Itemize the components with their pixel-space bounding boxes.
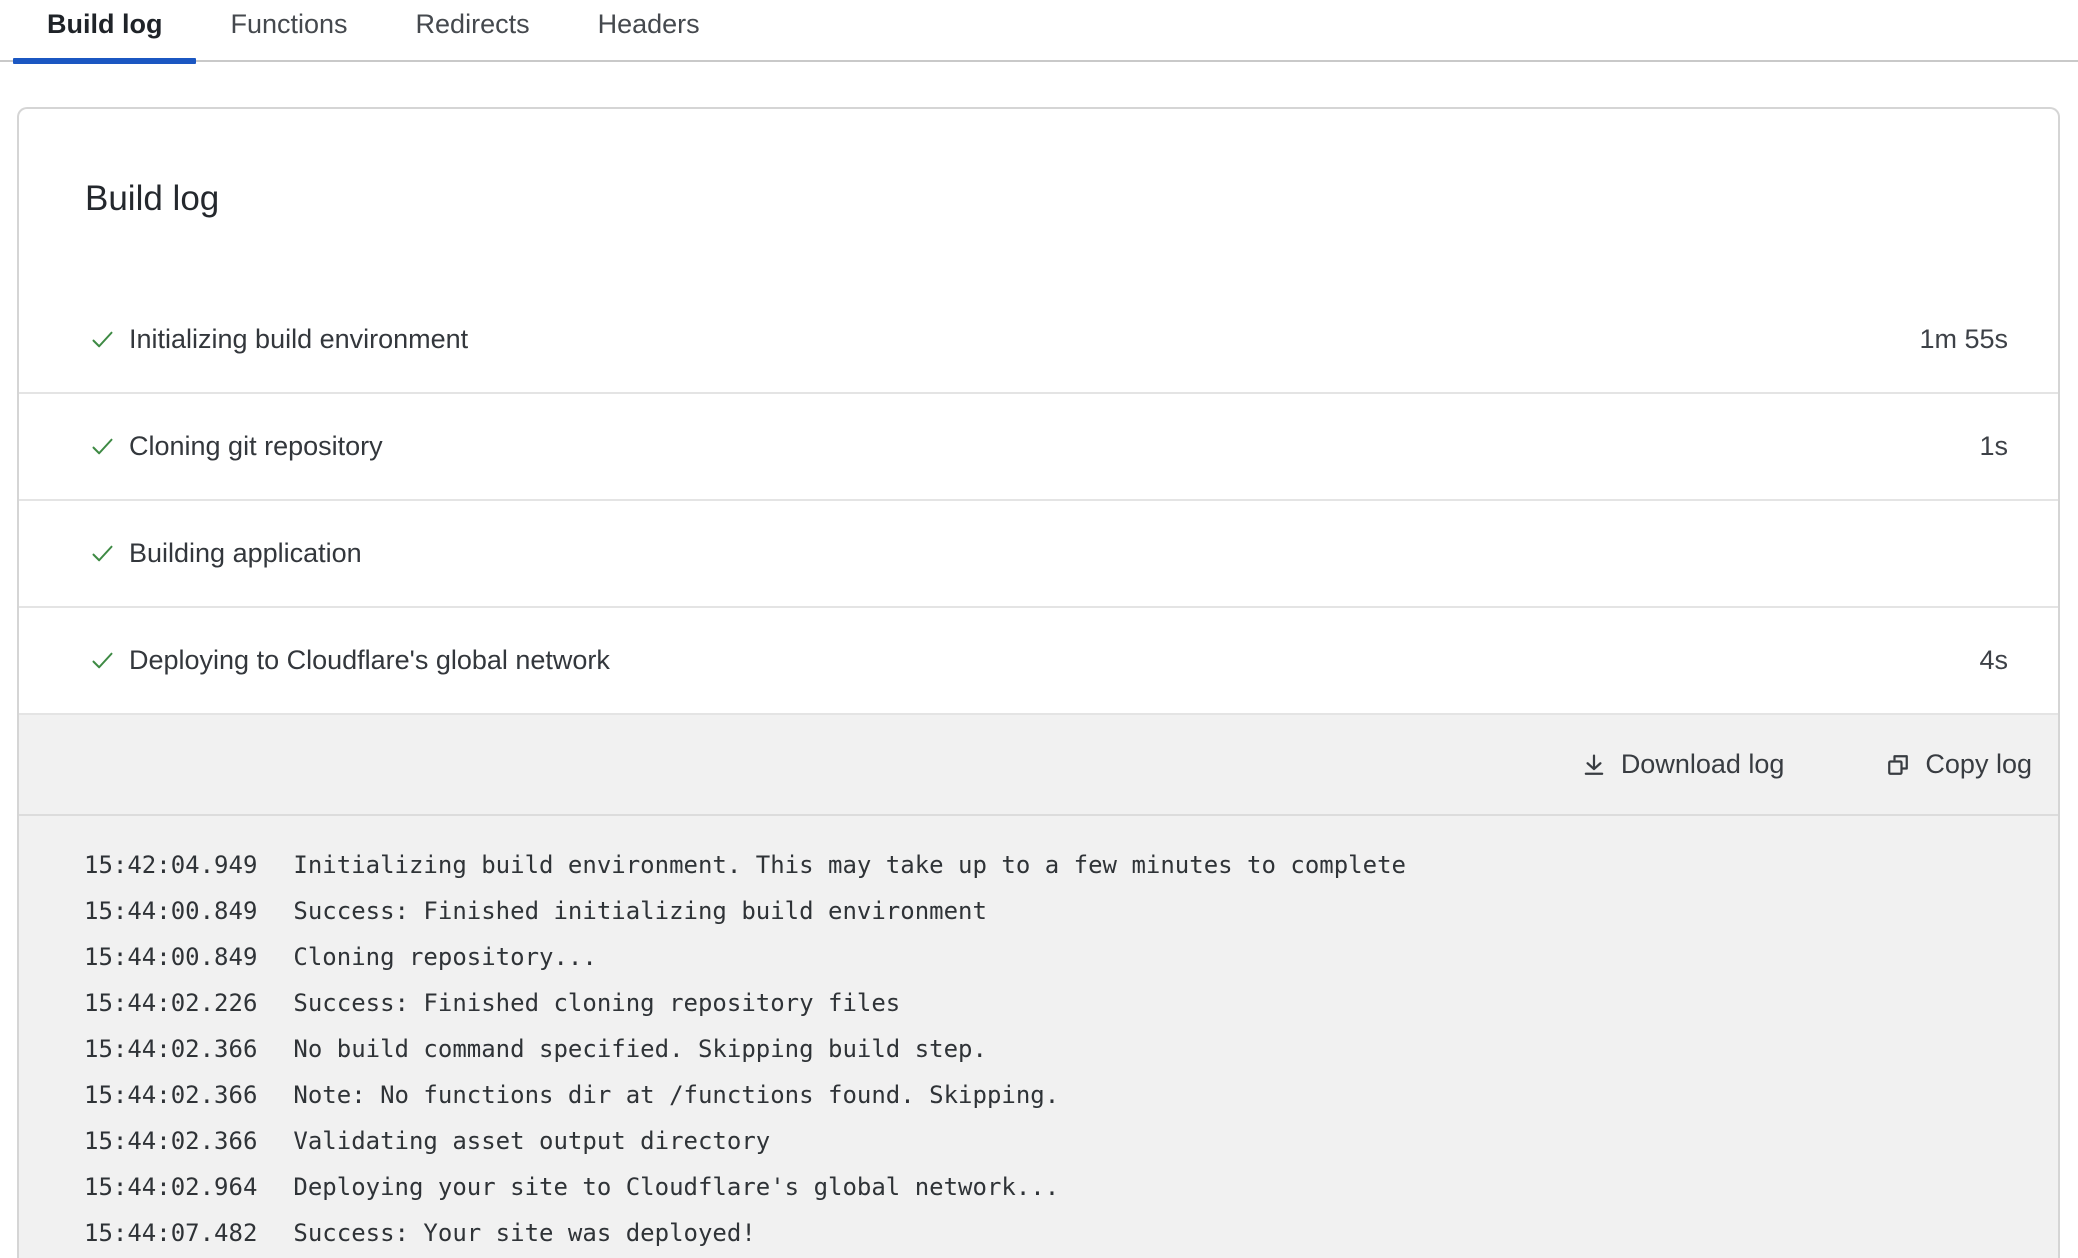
log-message: Cloning repository...: [293, 934, 596, 980]
download-log-label: Download log: [1621, 749, 1785, 780]
check-icon: [89, 647, 116, 674]
log-message: Deploying your site to Cloudflare's glob…: [293, 1164, 1059, 1210]
copy-log-button[interactable]: Copy log: [1884, 749, 2032, 780]
deployment-detail-tabbar: Build log Functions Redirects Headers: [0, 0, 2078, 62]
log-line: 15:42:04.949 Initializing build environm…: [84, 842, 2018, 888]
log-timestamp: 15:44:02.964: [84, 1164, 257, 1210]
step-label: Deploying to Cloudflare's global network: [129, 645, 610, 676]
log-message: Initializing build environment. This may…: [293, 842, 1406, 888]
log-line: 15:44:00.849 Success: Finished initializ…: [84, 888, 2018, 934]
step-duration: 1m 55s: [1919, 324, 2008, 355]
log-message: Note: No functions dir at /functions fou…: [293, 1072, 1059, 1118]
log-line: 15:44:02.366 No build command specified.…: [84, 1026, 2018, 1072]
step-duration: 1s: [1979, 431, 2008, 462]
log-timestamp: 15:44:02.366: [84, 1072, 257, 1118]
log-line: 15:44:07.482 Success: Your site was depl…: [84, 1210, 2018, 1256]
build-log-card: Build log Initializing build environment…: [17, 107, 2060, 1258]
download-icon: [1580, 751, 1608, 779]
log-timestamp: 15:44:02.366: [84, 1118, 257, 1164]
page-title: Build log: [85, 179, 2008, 219]
log-message: Validating asset output directory: [293, 1118, 770, 1164]
log-timestamp: 15:44:02.226: [84, 980, 257, 1026]
copy-log-label: Copy log: [1925, 749, 2032, 780]
log-line: 15:44:02.964 Deploying your site to Clou…: [84, 1164, 2018, 1210]
step-label: Initializing build environment: [129, 324, 468, 355]
log-message: Success: Finished cloning repository fil…: [293, 980, 900, 1026]
log-line: 15:44:02.366 Validating asset output dir…: [84, 1118, 2018, 1164]
check-icon: [89, 433, 116, 460]
build-log-output: 15:42:04.949 Initializing build environm…: [19, 816, 2058, 1258]
card-header: Build log: [19, 109, 2058, 219]
log-timestamp: 15:44:00.849: [84, 934, 257, 980]
check-icon: [89, 326, 116, 353]
log-timestamp: 15:44:02.366: [84, 1026, 257, 1072]
tab-headers[interactable]: Headers: [564, 0, 734, 62]
build-step-row: Deploying to Cloudflare's global network…: [19, 608, 2058, 715]
tab-functions[interactable]: Functions: [196, 0, 381, 62]
check-icon: [89, 540, 116, 567]
log-timestamp: 15:44:00.849: [84, 888, 257, 934]
step-label: Cloning git repository: [129, 431, 383, 462]
log-line: 15:44:02.366 Note: No functions dir at /…: [84, 1072, 2018, 1118]
build-step-row: Initializing build environment 1m 55s: [19, 287, 2058, 394]
build-steps-list: Initializing build environment 1m 55s Cl…: [19, 287, 2058, 715]
log-message: No build command specified. Skipping bui…: [293, 1026, 987, 1072]
step-label: Building application: [129, 538, 362, 569]
tab-build-log[interactable]: Build log: [13, 0, 196, 62]
tab-redirects[interactable]: Redirects: [382, 0, 564, 62]
download-log-button[interactable]: Download log: [1580, 749, 1785, 780]
log-toolbar: Download log Copy log: [19, 715, 2058, 816]
log-line: 15:44:00.849 Cloning repository...: [84, 934, 2018, 980]
log-line: 15:44:02.226 Success: Finished cloning r…: [84, 980, 2018, 1026]
log-message: Success: Finished initializing build env…: [293, 888, 987, 934]
log-timestamp: 15:42:04.949: [84, 842, 257, 888]
build-step-row: Cloning git repository 1s: [19, 394, 2058, 501]
log-message: Success: Your site was deployed!: [293, 1210, 755, 1256]
log-timestamp: 15:44:07.482: [84, 1210, 257, 1256]
step-duration: 4s: [1979, 645, 2008, 676]
copy-icon: [1884, 751, 1912, 779]
build-step-row: Building application: [19, 501, 2058, 608]
